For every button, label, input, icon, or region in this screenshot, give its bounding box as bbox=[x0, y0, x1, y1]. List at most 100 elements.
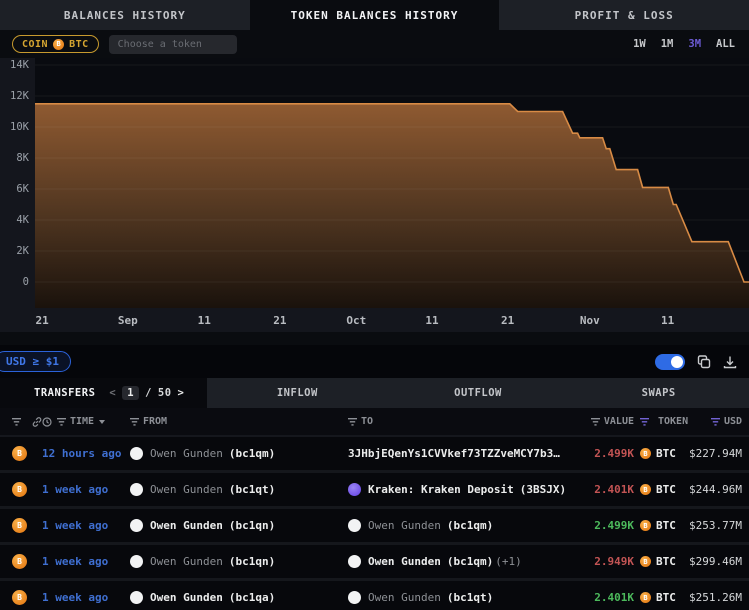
chart-section: COIN B BTC 1W 1M 3M ALL 14K 12K 10K 8K 6… bbox=[0, 30, 749, 345]
column-label-time: TIME bbox=[70, 416, 94, 427]
from-address[interactable]: (bc1qn) bbox=[229, 519, 275, 532]
coin-filter-pill[interactable]: COIN B BTC bbox=[12, 35, 99, 53]
transfer-row[interactable]: B 12 hours ago Owen Gunden (bc1qm) 3JHbj… bbox=[0, 437, 749, 473]
range-1m[interactable]: 1M bbox=[661, 38, 674, 50]
range-all[interactable]: ALL bbox=[716, 38, 735, 50]
header-usd[interactable]: USD bbox=[688, 416, 749, 427]
copy-icon[interactable] bbox=[697, 355, 711, 369]
from-entity[interactable]: Owen Gunden bbox=[150, 591, 223, 604]
usd-filter-pill[interactable]: USD ≥ $1 bbox=[0, 351, 71, 372]
transfer-row[interactable]: B 1 week ago Owen Gunden (bc1qn) Owen Gu… bbox=[0, 509, 749, 545]
time-link[interactable]: 1 week ago bbox=[42, 519, 108, 532]
x-tick: Oct bbox=[346, 314, 366, 327]
to-avatar bbox=[348, 483, 361, 496]
header-value[interactable]: VALUE bbox=[588, 416, 634, 427]
header-chain-column bbox=[0, 417, 42, 427]
header-token[interactable]: TOKEN bbox=[634, 416, 688, 427]
to-entity[interactable]: Owen Gunden bbox=[368, 519, 441, 532]
to-entity[interactable]: Owen Gunden bbox=[368, 591, 441, 604]
token-symbol[interactable]: BTC bbox=[656, 591, 676, 604]
to-address[interactable]: (bc1qm) bbox=[447, 519, 493, 532]
transfer-row[interactable]: B 1 week ago Owen Gunden (bc1qt) Kraken:… bbox=[0, 473, 749, 509]
usd-value-toggle[interactable] bbox=[655, 354, 685, 370]
tab-profit-and-loss[interactable]: PROFIT & LOSS bbox=[499, 0, 749, 30]
token-symbol[interactable]: BTC bbox=[656, 447, 676, 460]
tab-token-balances-history[interactable]: TOKEN BALANCES HISTORY bbox=[250, 0, 500, 30]
value-amount: 2.499K bbox=[594, 447, 634, 460]
time-link[interactable]: 1 week ago bbox=[42, 555, 108, 568]
table-tab-bar: TRANSFERS < 1 / 50 > INFLOW OUTFLOW SWAP… bbox=[0, 378, 749, 408]
x-tick: Nov bbox=[580, 314, 600, 327]
to-entity[interactable]: Kraken: Kraken Deposit bbox=[368, 483, 514, 496]
filter-icon[interactable] bbox=[57, 418, 66, 426]
chart-controls: COIN B BTC 1W 1M 3M ALL bbox=[0, 30, 749, 58]
range-1w[interactable]: 1W bbox=[633, 38, 646, 50]
tab-transfers[interactable]: TRANSFERS < 1 / 50 > bbox=[0, 378, 207, 408]
pagination-prev-icon[interactable]: < bbox=[109, 387, 116, 399]
tab-label: PROFIT & LOSS bbox=[575, 9, 674, 22]
column-label-from: FROM bbox=[143, 416, 167, 427]
y-tick: 10K bbox=[10, 121, 29, 133]
column-label-usd: USD bbox=[724, 416, 742, 427]
from-entity[interactable]: Owen Gunden bbox=[150, 483, 223, 496]
from-entity[interactable]: Owen Gunden bbox=[150, 555, 223, 568]
to-entity[interactable]: 3JHbjEQenYs1CVVkef73TZZveMCY7b3… bbox=[348, 447, 560, 460]
header-to[interactable]: TO bbox=[348, 416, 588, 427]
value-amount: 2.499K bbox=[594, 519, 634, 532]
filter-icon-active[interactable] bbox=[711, 418, 720, 426]
sort-caret-icon[interactable] bbox=[99, 420, 105, 424]
tab-label: BALANCES HISTORY bbox=[64, 9, 186, 22]
from-address[interactable]: (bc1qn) bbox=[229, 555, 275, 568]
to-avatar bbox=[348, 555, 361, 568]
header-from[interactable]: FROM bbox=[130, 416, 348, 427]
header-time[interactable]: TIME bbox=[42, 416, 130, 427]
filter-icon[interactable] bbox=[130, 418, 139, 426]
filter-icon[interactable] bbox=[348, 418, 357, 426]
time-link[interactable]: 1 week ago bbox=[42, 591, 108, 604]
link-icon[interactable] bbox=[32, 417, 42, 427]
owen-gunden-avatar bbox=[130, 519, 143, 532]
from-entity[interactable]: Owen Gunden bbox=[150, 447, 223, 460]
transfer-row[interactable]: B 1 week ago Owen Gunden (bc1qa) Owen Gu… bbox=[0, 581, 749, 610]
time-range-selector: 1W 1M 3M ALL bbox=[633, 38, 737, 50]
filter-icon-active[interactable] bbox=[640, 418, 649, 426]
to-address[interactable]: (bc1qt) bbox=[447, 591, 493, 604]
pagination-separator: / bbox=[145, 387, 152, 399]
token-balances-app: BALANCES HISTORY TOKEN BALANCES HISTORY … bbox=[0, 0, 749, 610]
time-link[interactable]: 12 hours ago bbox=[42, 447, 121, 460]
balance-area-chart[interactable] bbox=[35, 58, 749, 308]
pagination-next-icon[interactable]: > bbox=[178, 387, 185, 399]
from-address[interactable]: (bc1qm) bbox=[229, 447, 275, 460]
tab-label: OUTFLOW bbox=[454, 387, 502, 399]
tab-label: SWAPS bbox=[642, 387, 676, 399]
x-axis: 21Sep1121Oct1121Nov11 bbox=[35, 308, 749, 332]
from-address[interactable]: (bc1qt) bbox=[229, 483, 275, 496]
token-symbol[interactable]: BTC bbox=[656, 519, 676, 532]
btc-icon: B bbox=[53, 39, 64, 50]
tab-inflow[interactable]: INFLOW bbox=[207, 378, 388, 408]
top-tab-bar: BALANCES HISTORY TOKEN BALANCES HISTORY … bbox=[0, 0, 749, 30]
tab-balances-history[interactable]: BALANCES HISTORY bbox=[0, 0, 250, 30]
tab-label: TOKEN BALANCES HISTORY bbox=[291, 9, 459, 22]
to-address[interactable]: (bc1qm) bbox=[447, 555, 493, 568]
tab-swaps[interactable]: SWAPS bbox=[568, 378, 749, 408]
to-entity[interactable]: Owen Gunden bbox=[368, 555, 441, 568]
filter-bar: USD ≥ $1 bbox=[0, 345, 749, 378]
token-symbol[interactable]: BTC bbox=[656, 483, 676, 496]
filter-icon[interactable] bbox=[12, 418, 21, 426]
y-tick: 2K bbox=[16, 245, 29, 257]
from-address[interactable]: (bc1qa) bbox=[229, 591, 275, 604]
filter-icon[interactable] bbox=[591, 418, 600, 426]
transfer-row[interactable]: B 1 week ago Owen Gunden (bc1qn) Owen Gu… bbox=[0, 545, 749, 581]
to-address[interactable]: (3BSJX) bbox=[520, 483, 566, 496]
y-tick: 12K bbox=[10, 90, 29, 102]
token-search-input[interactable] bbox=[109, 35, 237, 54]
download-icon[interactable] bbox=[723, 355, 737, 369]
token-symbol[interactable]: BTC bbox=[656, 555, 676, 568]
range-3m[interactable]: 3M bbox=[688, 38, 701, 50]
tab-outflow[interactable]: OUTFLOW bbox=[388, 378, 569, 408]
y-tick: 8K bbox=[16, 152, 29, 164]
from-entity[interactable]: Owen Gunden bbox=[150, 519, 223, 532]
clock-icon bbox=[42, 417, 52, 427]
time-link[interactable]: 1 week ago bbox=[42, 483, 108, 496]
